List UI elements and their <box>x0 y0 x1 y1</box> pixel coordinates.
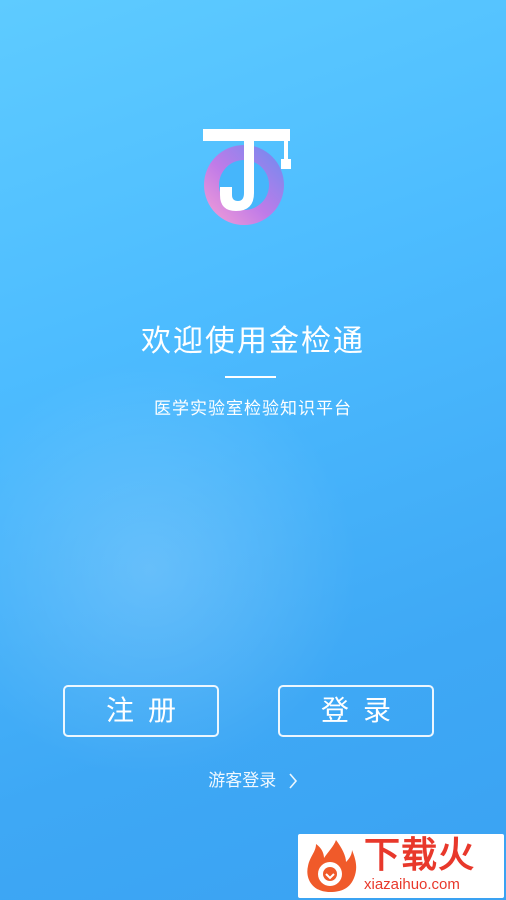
welcome-title: 欢迎使用金检通 <box>141 324 365 359</box>
flame-logo-icon <box>307 840 357 892</box>
guest-login-link[interactable]: 游客登录 <box>0 768 506 794</box>
register-button[interactable]: 注册 <box>63 685 219 737</box>
login-button[interactable]: 登录 <box>278 685 434 737</box>
welcome-screen: 欢迎使用金检通 医学实验室检验知识平台 注册 登录 游客登录 下载火 xiaza… <box>0 0 506 900</box>
guest-login-label: 游客登录 <box>208 771 277 791</box>
chevron-right-icon <box>289 773 297 789</box>
jjt-logo-icon <box>203 129 291 225</box>
welcome-subtitle: 医学实验室检验知识平台 <box>154 399 352 419</box>
watermark: 下载火 xiazaihuo.com <box>298 834 504 898</box>
watermark-title: 下载火 <box>364 835 476 876</box>
watermark-url: xiazaihuo.com <box>364 876 460 893</box>
title-divider <box>225 376 276 378</box>
